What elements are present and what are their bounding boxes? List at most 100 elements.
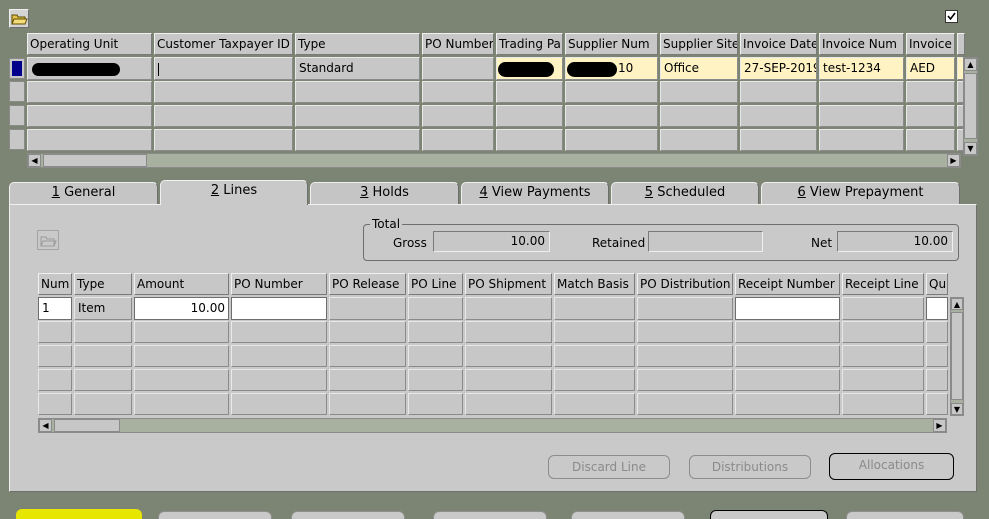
empty-cell[interactable] — [408, 369, 463, 391]
empty-cell[interactable] — [231, 369, 327, 391]
scroll-up-icon[interactable]: ▲ — [964, 58, 977, 71]
empty-cell[interactable] — [842, 393, 924, 415]
empty-cell[interactable] — [842, 345, 924, 367]
empty-cell[interactable] — [38, 321, 72, 343]
empty-cell[interactable] — [926, 393, 948, 415]
col-header-receipt-line[interactable]: Receipt Line — [842, 273, 924, 295]
empty-cell[interactable] — [74, 393, 132, 415]
row-indicator[interactable] — [9, 81, 25, 102]
scroll-thumb[interactable] — [964, 73, 977, 139]
row-indicator-selected[interactable] — [9, 58, 25, 79]
col-header-quantity[interactable]: Qu — [926, 273, 948, 295]
empty-cell[interactable] — [74, 369, 132, 391]
empty-cell[interactable] — [231, 393, 327, 415]
col-header-receipt-number[interactable]: Receipt Number — [735, 273, 840, 295]
empty-cell[interactable] — [735, 369, 840, 391]
empty-cell[interactable] — [408, 345, 463, 367]
empty-cell[interactable] — [735, 393, 840, 415]
empty-cell[interactable] — [134, 321, 229, 343]
empty-cell[interactable] — [565, 129, 658, 151]
retained-field[interactable] — [648, 231, 763, 252]
row-indicator[interactable] — [9, 129, 25, 150]
cell-po-release[interactable] — [329, 297, 406, 320]
cell-supplier-num[interactable]: 10 — [565, 57, 658, 80]
empty-cell[interactable] — [231, 321, 327, 343]
col-header-po-line[interactable]: PO Line — [408, 273, 463, 295]
empty-cell[interactable] — [740, 81, 817, 103]
cell-invoice-currency[interactable]: AED — [906, 57, 955, 80]
tab-scheduled-payments[interactable]: 5 Scheduled Payments — [611, 182, 759, 220]
scroll-thumb[interactable] — [43, 154, 147, 167]
empty-cell[interactable] — [134, 369, 229, 391]
empty-cell[interactable] — [637, 345, 733, 367]
cell-customer-taxpayer-id[interactable] — [154, 57, 293, 80]
empty-cell[interactable] — [465, 321, 552, 343]
empty-cell[interactable] — [422, 81, 494, 103]
scroll-right-icon[interactable]: ▶ — [947, 154, 960, 167]
cell-type[interactable]: Standard — [295, 57, 420, 80]
empty-cell[interactable] — [27, 129, 152, 151]
empty-cell[interactable] — [565, 81, 658, 103]
col-header-type[interactable]: Type — [295, 33, 420, 55]
tab-holds[interactable]: 3 Holds — [310, 182, 459, 204]
tab-general[interactable]: 1 General — [9, 182, 158, 204]
tab-view-payments[interactable]: 4 View Payments — [461, 182, 609, 204]
lines-horizontal-scrollbar[interactable]: ◀ ▶ — [38, 418, 947, 433]
empty-cell[interactable] — [154, 105, 293, 127]
bottom-button[interactable] — [710, 510, 828, 519]
checkbox-icon[interactable] — [945, 10, 958, 23]
col-header-supplier-num[interactable]: Supplier Num — [565, 33, 658, 55]
cell-receipt-number[interactable] — [735, 297, 840, 320]
empty-cell[interactable] — [295, 81, 420, 103]
scroll-down-icon[interactable]: ▼ — [964, 142, 977, 155]
cell-po-line[interactable] — [408, 297, 463, 320]
bottom-button[interactable] — [846, 511, 964, 519]
col-header-operating-unit[interactable]: Operating Unit — [27, 33, 152, 55]
col-header-po-number[interactable]: PO Number — [231, 273, 327, 295]
scroll-thumb[interactable] — [54, 419, 120, 432]
header-horizontal-scrollbar[interactable]: ◀ ▶ — [27, 153, 961, 168]
empty-cell[interactable] — [465, 345, 552, 367]
col-header-po-release[interactable]: PO Release — [329, 273, 406, 295]
cell-quantity[interactable] — [926, 297, 948, 320]
cell-amount[interactable]: 10.00 — [134, 297, 229, 320]
empty-cell[interactable] — [295, 105, 420, 127]
empty-cell[interactable] — [565, 105, 658, 127]
empty-cell[interactable] — [422, 105, 494, 127]
empty-cell[interactable] — [842, 321, 924, 343]
empty-cell[interactable] — [27, 105, 152, 127]
empty-cell[interactable] — [465, 369, 552, 391]
empty-cell[interactable] — [906, 105, 955, 127]
empty-cell[interactable] — [422, 129, 494, 151]
empty-cell[interactable] — [465, 393, 552, 415]
scroll-left-icon[interactable]: ◀ — [28, 154, 41, 167]
col-header-invoice-date[interactable]: Invoice Date — [740, 33, 817, 55]
cell-num[interactable]: 1 — [38, 297, 72, 320]
empty-cell[interactable] — [38, 345, 72, 367]
empty-cell[interactable] — [906, 129, 955, 151]
empty-cell[interactable] — [637, 369, 733, 391]
empty-cell[interactable] — [74, 321, 132, 343]
empty-cell[interactable] — [496, 129, 563, 151]
header-vertical-scrollbar[interactable]: ▲ ▼ — [963, 57, 978, 156]
empty-cell[interactable] — [408, 321, 463, 343]
net-field[interactable]: 10.00 — [837, 231, 953, 252]
empty-cell[interactable] — [637, 321, 733, 343]
empty-cell[interactable] — [926, 321, 948, 343]
empty-cell[interactable] — [496, 105, 563, 127]
tab-lines[interactable]: 2 Lines — [160, 180, 308, 205]
bottom-button[interactable] — [571, 511, 685, 519]
empty-cell[interactable] — [134, 393, 229, 415]
lines-vertical-scrollbar[interactable]: ▲ ▼ — [950, 297, 964, 416]
empty-cell[interactable] — [329, 321, 406, 343]
empty-cell[interactable] — [637, 393, 733, 415]
cell-receipt-line[interactable] — [842, 297, 924, 320]
bottom-button[interactable] — [433, 511, 547, 519]
scroll-down-icon[interactable]: ▼ — [951, 403, 963, 415]
empty-cell[interactable] — [554, 369, 635, 391]
col-header-amount[interactable]: Amount — [134, 273, 229, 295]
empty-cell[interactable] — [154, 129, 293, 151]
scroll-up-icon[interactable]: ▲ — [951, 298, 963, 310]
empty-cell[interactable] — [27, 81, 152, 103]
empty-cell[interactable] — [38, 369, 72, 391]
